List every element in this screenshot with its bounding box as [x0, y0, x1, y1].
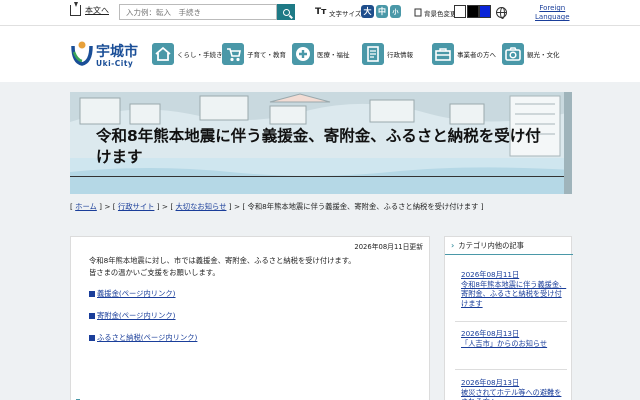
- foreign-language-link[interactable]: Foreign Language: [535, 4, 570, 22]
- nav-kanko-label: 観光・文化: [527, 51, 560, 59]
- anchor-link-gienkin-label: 義援金(ページ内リンク): [97, 289, 176, 298]
- font-size-small-button[interactable]: 小: [390, 5, 401, 18]
- anchor-link-gienkin[interactable]: 義援金(ページ内リンク): [89, 289, 176, 299]
- sidebar-article-date: 2026年08月13日: [461, 329, 520, 338]
- skip-to-content-label: 本文へ: [85, 6, 109, 15]
- breadcrumb: [ ホーム ] > [ 行政サイト ] > [ 大切なお知らせ ] > [ 令和…: [70, 202, 484, 211]
- site-logo[interactable]: 宇城市 Uki-City: [70, 40, 150, 70]
- house-icon: [152, 43, 174, 65]
- font-size-large-button[interactable]: 大: [361, 5, 374, 18]
- hero-banner: 令和8年熊本地震に伴う義援金、寄附金、ふるさと納税を受け付けます: [70, 92, 572, 194]
- nav-jigyosha[interactable]: 事業者の方へ: [432, 42, 496, 66]
- bg-black-swatch[interactable]: [467, 5, 479, 18]
- logo-mark-icon: [71, 41, 93, 66]
- nav-kurashi-label: くらし・手続き: [177, 51, 223, 59]
- font-size-label: 文字サイズ: [329, 10, 362, 18]
- anchor-link-furusato-label: ふるさと納税(ページ内リンク): [97, 333, 198, 342]
- logo-name: 宇城市: [96, 44, 138, 60]
- nav-kosodate-label: 子育て・教育: [247, 51, 286, 59]
- square-bullet-icon: [89, 291, 95, 297]
- nav-jigyosha-label: 事業者の方へ: [457, 51, 496, 59]
- page-title: 令和8年熊本地震に伴う義援金、寄附金、ふるさと納税を受け付けます: [96, 127, 541, 166]
- nav-iryo[interactable]: 医療・福祉: [292, 42, 350, 66]
- nav-kanko[interactable]: 観光・文化: [502, 42, 560, 66]
- sidebar-article-title: 令和8年熊本地震に伴う義援金、寄附金、ふるさと納税を受け付けます: [461, 279, 567, 308]
- sidebar-heading-label: カテゴリ内他の記事: [458, 240, 524, 250]
- foreign-language-line2: Language: [535, 13, 570, 21]
- camera-icon: [502, 43, 524, 65]
- logo-subtitle: Uki-City: [96, 59, 134, 68]
- nav-kurashi[interactable]: くらし・手続き: [152, 42, 223, 66]
- anchor-link-furusato[interactable]: ふるさと納税(ページ内リンク): [89, 333, 197, 343]
- sidebar-article-link[interactable]: 2026年08月11日 令和8年熊本地震に伴う義援金、寄附金、ふるさと納税を受け…: [461, 270, 567, 308]
- sidebar-article-link[interactable]: 2026年08月13日 「人吉市」からのお知らせ: [461, 329, 567, 348]
- download-icon: [70, 2, 81, 16]
- breadcrumb-gyosei-link[interactable]: 行政サイト: [118, 202, 154, 211]
- medical-cross-icon: [292, 43, 314, 65]
- sidebar-article-title: 「人吉市」からのお知らせ: [461, 338, 548, 348]
- sidebar-heading: › カテゴリ内他の記事: [445, 237, 573, 255]
- anchor-link-kifukin-label: 寄附金(ページ内リンク): [97, 311, 176, 320]
- category-sidebar: › カテゴリ内他の記事 2026年08月11日 令和8年熊本地震に伴う義援金、寄…: [444, 236, 573, 400]
- chevron-right-icon: ›: [451, 241, 455, 250]
- header: 宇城市 Uki-City くらし・手続き 子育て・教育 医療・福祉 行政情報 事…: [0, 26, 640, 82]
- square-bullet-icon: [89, 313, 95, 319]
- nav-iryo-label: 医療・福祉: [317, 51, 350, 59]
- skip-to-content-link[interactable]: 本文へ: [70, 2, 109, 16]
- font-size-icon: Tт: [315, 7, 327, 17]
- globe-icon[interactable]: [496, 7, 507, 19]
- search-icon: [282, 8, 290, 16]
- search-button[interactable]: [277, 4, 295, 20]
- breadcrumb-home-link[interactable]: ホーム: [75, 202, 97, 211]
- divider: [455, 321, 567, 322]
- bg-white-swatch[interactable]: [454, 5, 466, 18]
- updated-date: 2026年08月11日更新: [354, 243, 423, 251]
- bg-color-label: 背景色変更: [424, 10, 457, 18]
- bg-blue-swatch[interactable]: [479, 5, 491, 18]
- document-icon: [362, 43, 384, 65]
- article-body: 2026年08月11日更新 令和8年熊本地震に対し、市では義援金、寄附金、ふるさ…: [70, 236, 430, 400]
- sidebar-article-date: 2026年08月11日: [461, 270, 520, 279]
- square-bullet-icon: [89, 335, 95, 341]
- sidebar-article-title: 被災されてホテル等への避難をされる方へ: [461, 387, 562, 400]
- search-input[interactable]: [119, 4, 277, 20]
- top-bar: 本文へ Tт 文字サイズ 大 中 小 背景色変更 Foreign Languag…: [0, 0, 640, 26]
- nav-kosodate[interactable]: 子育て・教育: [222, 42, 286, 66]
- sidebar-article-link[interactable]: 2026年08月13日 被災されてホテル等への避難をされる方へ: [461, 378, 567, 400]
- breadcrumb-current: 令和8年熊本地震に伴う義援金、寄附金、ふるさと納税を受け付けます: [247, 202, 479, 211]
- divider: [455, 369, 567, 370]
- foreign-language-line1: Foreign: [539, 4, 566, 12]
- nav-gyosei-label: 行政情報: [387, 51, 413, 59]
- anchor-link-kifukin[interactable]: 寄附金(ページ内リンク): [89, 311, 176, 321]
- stroller-icon: [222, 43, 244, 65]
- font-size-medium-button[interactable]: 中: [376, 5, 388, 18]
- breadcrumb-important-link[interactable]: 大切なお知らせ: [176, 202, 227, 211]
- palette-icon: [414, 8, 422, 17]
- sidebar-article-date: 2026年08月13日: [461, 378, 520, 387]
- nav-gyosei[interactable]: 行政情報: [362, 42, 413, 66]
- briefcase-icon: [432, 43, 454, 65]
- article-lead: 令和8年熊本地震に対し、市では義援金、寄附金、ふるさと納税を受け付けます。 皆さ…: [89, 255, 356, 279]
- article-lead-line1: 令和8年熊本地震に対し、市では義援金、寄附金、ふるさと納税を受け付けます。: [89, 256, 356, 265]
- article-lead-line2: 皆さまの温かいご支援をお願いします。: [89, 268, 220, 277]
